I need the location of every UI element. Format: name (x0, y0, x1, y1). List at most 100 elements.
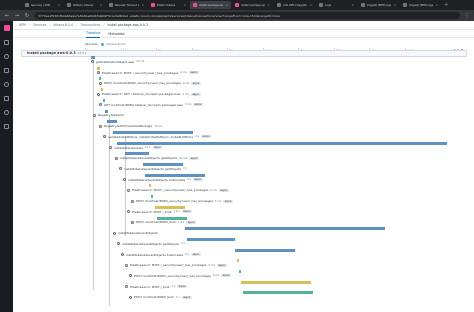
span-duration: 9 ms (180, 71, 187, 75)
visualize-icon[interactable] (4, 54, 9, 59)
span-row[interactable]: Registry.fetchFindLatestPackage 70 ms (99, 124, 162, 129)
close-tab-icon[interactable]: × (435, 3, 438, 7)
span-row[interactable]: Elasticsearch: POST /_security/user/_has… (125, 263, 227, 268)
span-duration: 3 s (181, 242, 185, 246)
span-row[interactable]: installKibanaSavedObjects (113, 231, 158, 236)
close-tab-icon[interactable]: × (99, 3, 102, 7)
kibana-logo-icon[interactable] (3, 25, 10, 31)
forward-icon[interactable]: → (14, 13, 20, 19)
span-row[interactable]: Elasticsearch: POST /_bulk 2 s async (125, 284, 188, 289)
browser-tab[interactable]: [Ingest] [EPM] Agent × (358, 1, 399, 9)
span-row[interactable]: Elasticsearch: POST /_security/user/_has… (97, 70, 199, 75)
span-row[interactable]: updateInstallStatus, installIndexPattern… (103, 134, 212, 139)
breadcrumb-item[interactable]: Services (33, 23, 46, 27)
browser-tab[interactable]: Request Timeout when× (106, 1, 147, 9)
span-bar[interactable] (235, 248, 295, 252)
span-duration: 5 ms (214, 199, 222, 203)
span-row[interactable]: installKibanaSavedObjects getObjects 2 s (119, 166, 187, 171)
address-bar-url: 3773ea1f9301fb0ab6a4a7e8a3ba6b9b5a9b9f7b… (38, 13, 280, 18)
address-bar[interactable]: 3773ea1f9301fb0ab6a4a7e8a3ba6b9b5a9b9f7b… (34, 12, 460, 19)
browser-tab[interactable]: Github | Kibana × (64, 1, 105, 9)
span-row[interactable]: installKibanaSavedObjects bulkCreate 4 sa… (123, 177, 203, 182)
discover-icon[interactable] (4, 40, 9, 45)
span-row[interactable]: Registry.fetchInfo (93, 113, 124, 118)
menu-icon[interactable]: ⋮ (464, 13, 470, 19)
close-tab-icon[interactable]: × (351, 3, 354, 7)
span-row[interactable]: getInstallationObject aws 10 ms (91, 59, 144, 64)
browser-tab[interactable]: Logs × (316, 1, 357, 9)
span-row[interactable]: installKibanaSavedObjects getObjects 3 s (117, 241, 185, 246)
span-bar[interactable] (241, 280, 311, 284)
span-bar[interactable] (187, 237, 235, 241)
span-name: installKibanaSavedObjects bulkCreate (128, 177, 186, 182)
breadcrumb-item[interactable]: APM (19, 23, 26, 27)
span-duration: 4 s (187, 178, 191, 182)
browser-tab[interactable]: Elastic Kibana × (148, 1, 189, 9)
span-row[interactable]: GET localhost:8080/.kibana/_doc/epm-pack… (99, 102, 204, 107)
breadcrumb-item[interactable]: kibana-8.0.0 (53, 23, 73, 27)
reload-icon[interactable]: ↻ (24, 13, 30, 19)
span-bar[interactable] (243, 291, 313, 295)
close-tab-icon[interactable]: × (141, 3, 144, 7)
span-row[interactable]: Elasticsearch: POST /_bulk 1.8 s async (127, 209, 192, 214)
root-transaction-title[interactable]: install package aws-0.0.3 14.5 s (27, 51, 86, 55)
close-tab-icon[interactable]: × (225, 3, 228, 7)
tab-favicon-icon (319, 3, 323, 7)
close-tab-icon[interactable]: × (57, 3, 60, 7)
span-row[interactable]: POST localhost:8080/_bulk 1.8 s async (131, 220, 197, 225)
span-bar[interactable] (239, 270, 241, 273)
async-badge: async (152, 146, 163, 149)
service-legend-name: kibana-8.0.0 (106, 42, 126, 46)
span-row[interactable]: Elasticsearch: GET /.kibana/_doc/epm-pac… (97, 92, 201, 97)
span-row[interactable]: installKibanaSavedObjects getObjects 21 m… (115, 156, 200, 161)
browser-tab[interactable]: install package system× (232, 1, 273, 9)
close-tab-icon[interactable]: × (393, 3, 396, 7)
management-icon[interactable] (4, 124, 9, 129)
span-row[interactable]: POST localhost:8080/_security/user/_has_… (99, 81, 202, 86)
breadcrumb-separator: / (28, 23, 30, 27)
service-color-dot (100, 42, 104, 46)
root-transaction-duration: 14.5 s (77, 51, 87, 55)
span-name: Elasticsearch: POST /_security/user/_has… (102, 70, 179, 75)
span-row[interactable]: installKibanaAssets 11 s async (109, 145, 163, 150)
breadcrumb-item[interactable]: Transactions (81, 23, 101, 27)
apm-icon[interactable] (4, 82, 9, 87)
close-tab-icon[interactable]: × (183, 3, 186, 7)
ingest-icon[interactable] (4, 96, 9, 101)
span-row[interactable]: installKibanaSavedObjects bulkCreate 4 sa… (121, 252, 201, 257)
new-tab-button[interactable]: + (444, 2, 448, 8)
browser-tab-label: Logs (325, 3, 331, 7)
browser-tab[interactable]: Services | APM × (22, 1, 63, 9)
browser-tab-label: Github | Kibana (73, 3, 94, 7)
breadcrumb-separator: / (49, 23, 51, 27)
browser-tab-label: [Ingest] [EPM] Agent (367, 3, 392, 7)
dashboard-icon[interactable] (4, 68, 9, 73)
span-duration: 5 ms (208, 263, 215, 267)
database-icon (97, 71, 100, 75)
span-bar[interactable] (185, 227, 385, 231)
close-tab-icon[interactable]: × (267, 3, 270, 7)
globe-icon (129, 274, 132, 278)
tree-connector-line (93, 60, 94, 290)
span-row[interactable]: POST localhost:8080/_bulk 2 s async (129, 295, 192, 300)
browser-tab-label: Services | APM (31, 3, 51, 7)
async-badge: async (193, 178, 203, 182)
browser-tab[interactable]: [Ingest] [EPM] Agent × (400, 1, 441, 9)
span-row[interactable]: Elasticsearch: POST /_security/user/_has… (127, 188, 229, 193)
close-tab-icon[interactable]: × (309, 3, 312, 7)
span-name: Registry.fetchInfo (98, 113, 125, 118)
monitoring-icon[interactable] (4, 110, 9, 115)
tab-timeline[interactable]: Timeline (86, 30, 101, 38)
span-row[interactable]: POST localhost:8080/_security/user/_has_… (131, 199, 234, 204)
tab-metadata[interactable]: Metadata (108, 30, 124, 38)
tab-favicon-icon (67, 3, 71, 7)
async-badge: async (193, 103, 204, 107)
span-row[interactable]: POST localhost:8080/_security/user/_has_… (129, 273, 232, 278)
back-icon[interactable]: ← (4, 13, 10, 19)
browser-tab[interactable]: install package aws × (190, 1, 231, 9)
span-bar[interactable] (237, 259, 239, 263)
span-bar[interactable] (117, 141, 447, 145)
span-name: installKibanaSavedObjects getObjects (122, 241, 180, 246)
span-duration: 2 s (183, 167, 187, 171)
browser-tab[interactable]: Add APM integration × (274, 1, 315, 9)
